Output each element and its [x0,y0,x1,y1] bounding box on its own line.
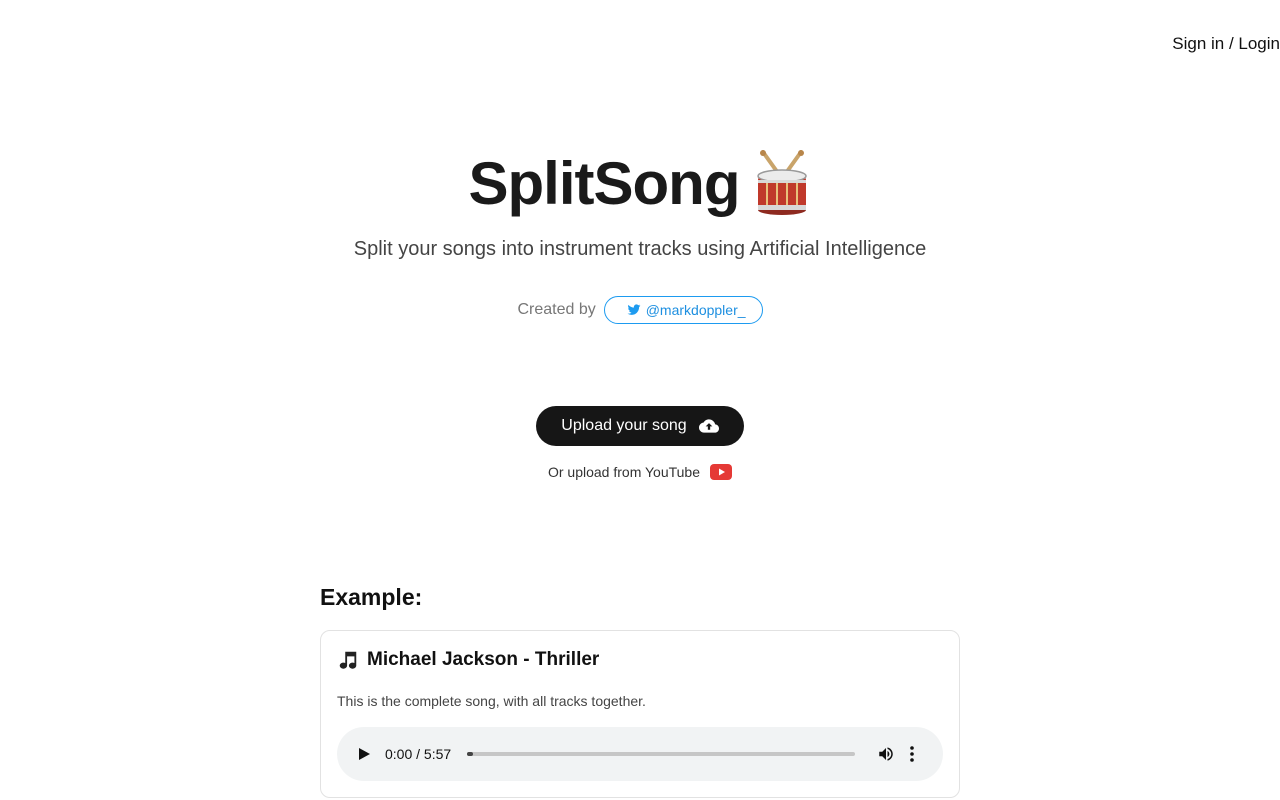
cloud-upload-icon [698,419,719,433]
song-title: Michael Jackson - Thriller [367,649,600,670]
twitter-bird-icon [627,304,641,315]
music-note-icon [339,651,357,669]
volume-icon[interactable] [877,745,895,763]
upload-song-label: Upload your song [561,417,687,434]
audio-player: 0:00 / 5:57 [337,727,943,781]
song-description: This is the complete song, with all trac… [337,693,646,709]
example-song-card: Michael Jackson - Thriller This is the c… [320,630,960,798]
sign-in-login-link[interactable]: Sign in / Login [1172,34,1280,54]
more-options-icon[interactable] [909,746,915,762]
seek-progress [467,752,474,756]
title-row: SplitSong [0,140,1280,226]
page-subtitle: Split your songs into instrument tracks … [353,238,927,260]
time-display: 0:00 / 5:57 [385,746,452,762]
upload-from-youtube-link[interactable]: Or upload from YouTube [0,464,1280,480]
upload-song-button[interactable]: Upload your song [536,406,744,446]
twitter-handle-link[interactable]: @markdoppler_ [603,296,763,324]
play-icon[interactable] [357,747,371,761]
page-title: SplitSong [468,149,741,217]
top-bar: Sign in / Login [1172,32,1280,56]
drum-icon [753,150,811,216]
created-by-label: Created by [517,301,596,318]
example-heading: Example: [320,584,423,610]
created-by-row: Created by @markdoppler_ [0,296,1280,324]
hero-section: SplitSong Split your songs into instrume… [0,140,1280,324]
twitter-handle-text: @markdoppler_ [645,302,746,318]
seek-bar[interactable] [467,752,856,756]
song-title-row: Michael Jackson - Thriller [337,649,599,671]
youtube-icon [710,464,733,480]
youtube-link-label: Or upload from YouTube [547,464,701,480]
